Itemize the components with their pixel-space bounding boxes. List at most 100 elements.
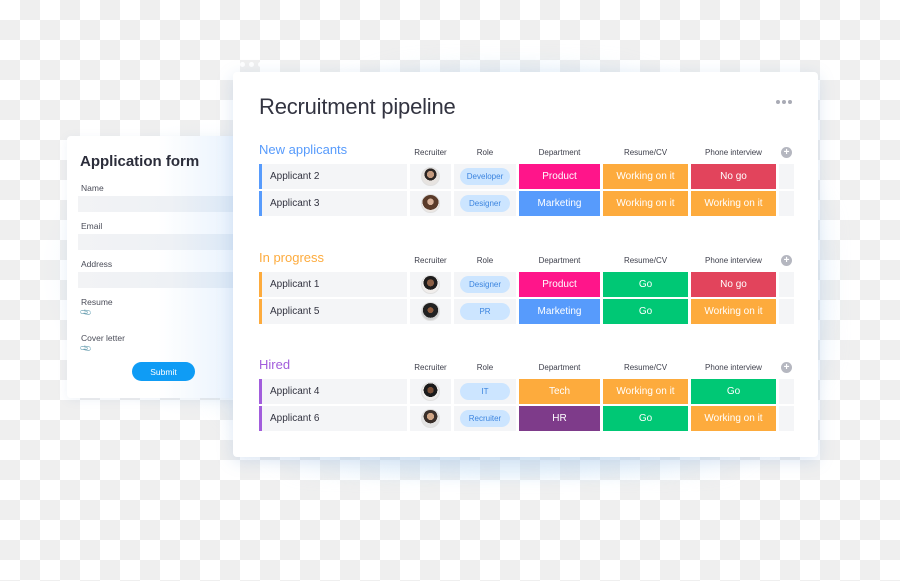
group-hired: Hired Recruiter Role Department Resume/CV Pho…	[259, 357, 799, 433]
column-header-recruiter[interactable]: Recruiter	[410, 363, 451, 372]
column-header-resume-cv[interactable]: Resume/CV	[603, 363, 688, 372]
table-row[interactable]: Applicant 2 Developer Product Working on it…	[259, 164, 799, 191]
address-input[interactable]	[78, 272, 233, 288]
phone-interview-status[interactable]: No go	[691, 272, 776, 297]
recruiter-cell[interactable]	[410, 164, 451, 189]
group-title[interactable]: New applicants	[259, 142, 347, 157]
column-header-role[interactable]: Role	[454, 148, 516, 157]
column-header-recruiter[interactable]: Recruiter	[410, 256, 451, 265]
recruiter-cell[interactable]	[410, 272, 451, 297]
role-badge: Designer	[460, 195, 510, 212]
email-input[interactable]	[78, 234, 233, 250]
column-header-role[interactable]: Role	[454, 363, 516, 372]
group-title[interactable]: In progress	[259, 250, 324, 265]
role-badge: Developer	[460, 168, 510, 185]
avatar	[421, 409, 440, 428]
avatar	[421, 275, 440, 294]
applicant-name[interactable]: Applicant 6	[259, 406, 407, 431]
resume-status[interactable]: Go	[603, 272, 688, 297]
role-badge: Designer	[460, 276, 510, 293]
phone-interview-status[interactable]: Working on it	[691, 406, 776, 431]
group-header: In progress Recruiter Role Department Resume…	[259, 250, 799, 272]
phone-interview-status[interactable]: No go	[691, 164, 776, 189]
group-new-applicants: New applicants Recruiter Role Department Res…	[259, 142, 799, 218]
recruiter-cell[interactable]	[410, 191, 451, 216]
applicant-name[interactable]: Applicant 4	[259, 379, 407, 404]
ellipsis-icon[interactable]	[776, 100, 792, 104]
phone-interview-status[interactable]: Working on it	[691, 299, 776, 324]
table-row[interactable]: Applicant 4 IT Tech Working on it Go	[259, 379, 799, 406]
plus-circle-icon[interactable]: +	[781, 255, 792, 266]
board-title: Recruitment pipeline	[259, 94, 456, 119]
resume-status[interactable]: Working on it	[603, 379, 688, 404]
empty-cell	[779, 164, 794, 189]
recruiter-cell[interactable]	[410, 406, 451, 431]
column-header-phone-interview[interactable]: Phone interview	[691, 148, 776, 157]
department-status[interactable]: Marketing	[519, 191, 600, 216]
paperclip-icon[interactable]: 📎	[79, 342, 92, 355]
recruiter-cell[interactable]	[410, 299, 451, 324]
empty-cell	[779, 406, 794, 431]
avatar	[421, 194, 440, 213]
column-header-recruiter[interactable]: Recruiter	[410, 148, 451, 157]
email-label: Email	[81, 221, 103, 231]
column-header-department[interactable]: Department	[519, 256, 600, 265]
applicant-name[interactable]: Applicant 5	[259, 299, 407, 324]
role-cell[interactable]: Developer	[454, 164, 516, 189]
role-cell[interactable]: Recruiter	[454, 406, 516, 431]
resume-status[interactable]: Working on it	[603, 191, 688, 216]
resume-status[interactable]: Go	[603, 299, 688, 324]
phone-interview-status[interactable]: Working on it	[691, 191, 776, 216]
role-cell[interactable]: Designer	[454, 272, 516, 297]
table-row[interactable]: Applicant 3 Designer Marketing Working on i…	[259, 191, 799, 218]
address-label: Address	[81, 259, 113, 269]
department-status[interactable]: Product	[519, 164, 600, 189]
recruiter-cell[interactable]	[410, 379, 451, 404]
empty-cell	[779, 379, 794, 404]
column-header-phone-interview[interactable]: Phone interview	[691, 256, 776, 265]
table-row[interactable]: Applicant 5 PR Marketing Go Working on it	[259, 299, 799, 326]
column-header-role[interactable]: Role	[454, 256, 516, 265]
department-status[interactable]: Marketing	[519, 299, 600, 324]
column-header-department[interactable]: Department	[519, 148, 600, 157]
phone-interview-status[interactable]: Go	[691, 379, 776, 404]
name-label: Name	[81, 183, 104, 193]
group-in-progress: In progress Recruiter Role Department Resume…	[259, 250, 799, 326]
empty-cell	[779, 191, 794, 216]
group-header: New applicants Recruiter Role Department Res…	[259, 142, 799, 164]
application-form-card: Application form Name Email Address Resu…	[67, 136, 233, 398]
column-header-department[interactable]: Department	[519, 363, 600, 372]
empty-cell	[779, 272, 794, 297]
submit-button[interactable]: Submit	[132, 362, 195, 381]
applicant-name[interactable]: Applicant 3	[259, 191, 407, 216]
plus-circle-icon[interactable]: +	[781, 147, 792, 158]
plus-circle-icon[interactable]: +	[781, 362, 792, 373]
role-cell[interactable]: PR	[454, 299, 516, 324]
applicant-name[interactable]: Applicant 2	[259, 164, 407, 189]
name-input[interactable]	[78, 196, 233, 212]
column-header-resume-cv[interactable]: Resume/CV	[603, 148, 688, 157]
recruitment-board: Recruitment pipeline New applicants Recru…	[233, 72, 818, 457]
avatar	[421, 302, 440, 321]
empty-cell	[779, 299, 794, 324]
resume-status[interactable]: Go	[603, 406, 688, 431]
column-header-resume-cv[interactable]: Resume/CV	[603, 256, 688, 265]
role-badge: Recruiter	[460, 410, 510, 427]
table-row[interactable]: Applicant 6 Recruiter HR Go Working on it	[259, 406, 799, 433]
applicant-name[interactable]: Applicant 1	[259, 272, 407, 297]
resume-status[interactable]: Working on it	[603, 164, 688, 189]
role-badge: IT	[460, 383, 510, 400]
avatar	[421, 167, 440, 186]
department-status[interactable]: HR	[519, 406, 600, 431]
group-title[interactable]: Hired	[259, 357, 290, 372]
department-status[interactable]: Tech	[519, 379, 600, 404]
paperclip-icon[interactable]: 📎	[79, 306, 92, 319]
department-status[interactable]: Product	[519, 272, 600, 297]
column-header-phone-interview[interactable]: Phone interview	[691, 363, 776, 372]
role-cell[interactable]: IT	[454, 379, 516, 404]
role-badge: PR	[460, 303, 510, 320]
role-cell[interactable]: Designer	[454, 191, 516, 216]
window-dots	[240, 62, 263, 67]
table-row[interactable]: Applicant 1 Designer Product Go No go	[259, 272, 799, 299]
form-title: Application form	[80, 153, 200, 170]
